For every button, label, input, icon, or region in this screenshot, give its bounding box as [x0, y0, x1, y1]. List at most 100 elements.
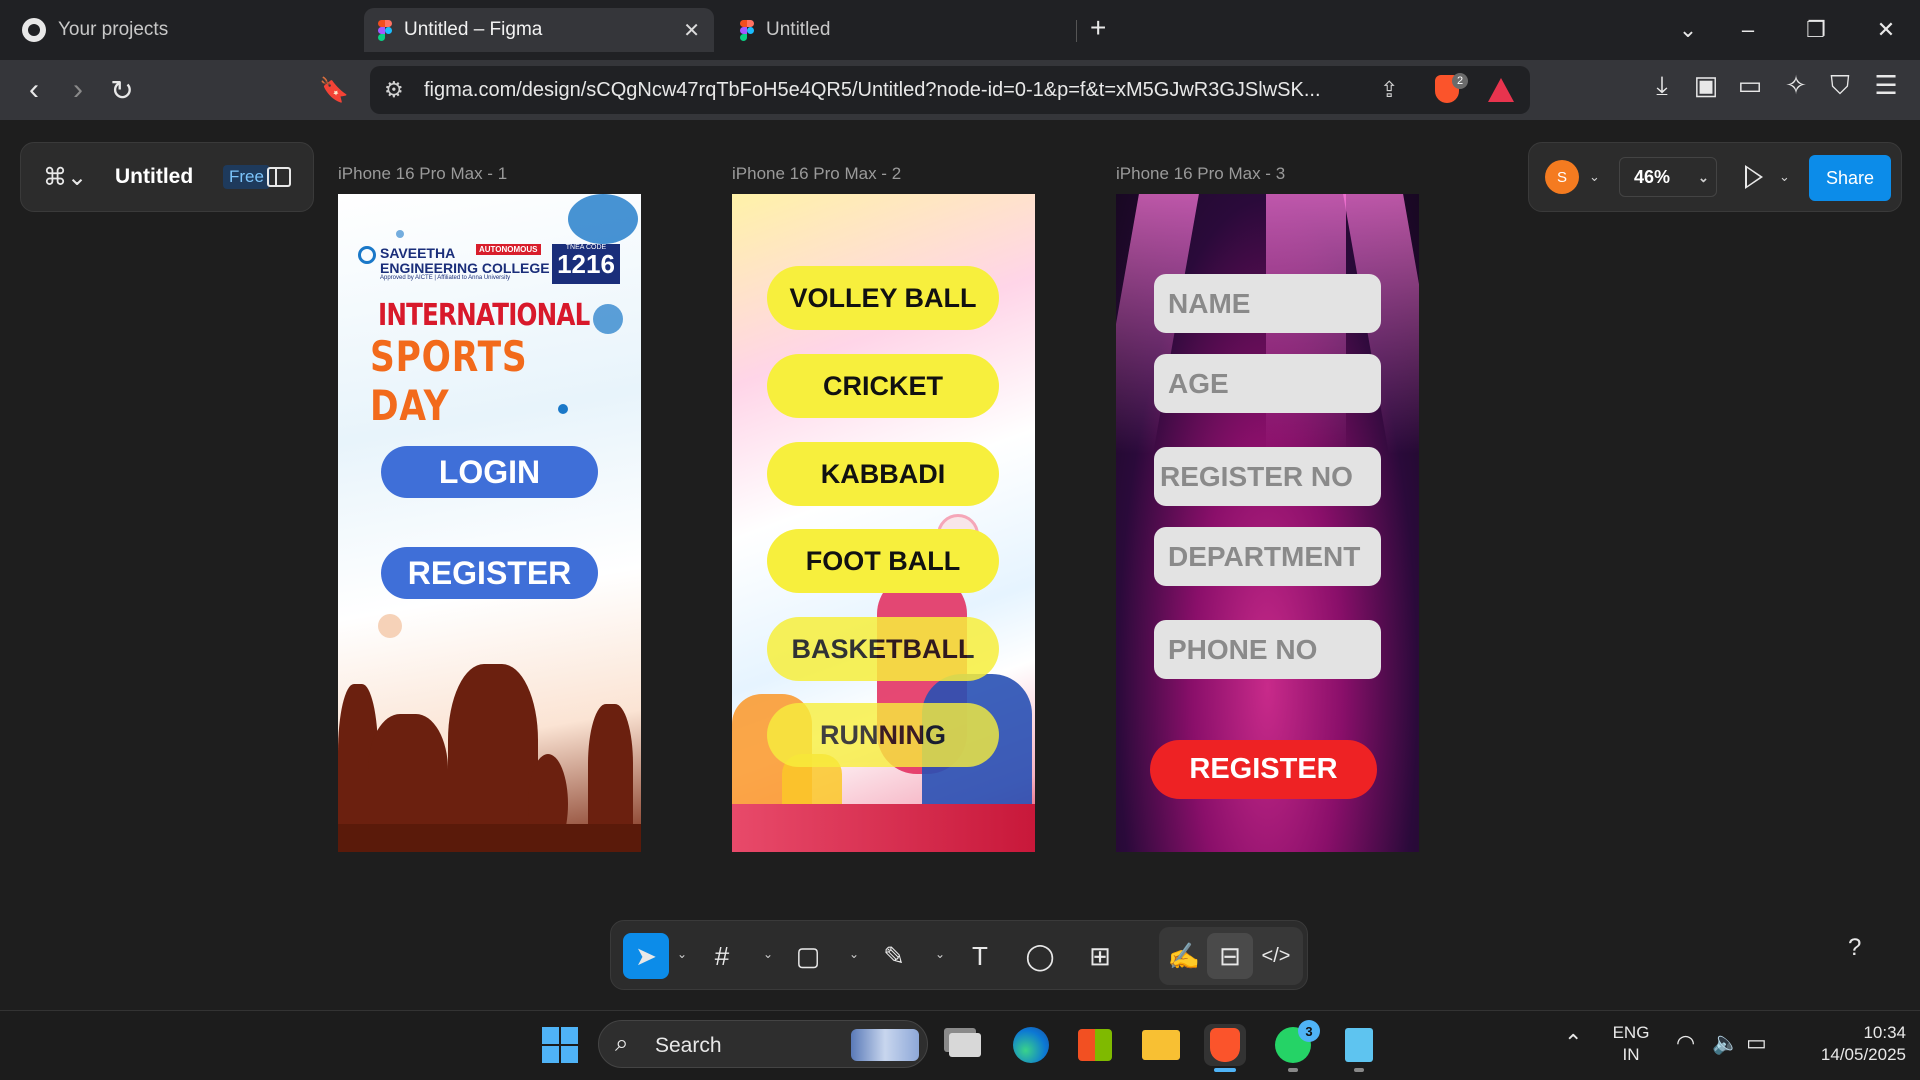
frame-tool-icon[interactable]: #	[699, 933, 745, 979]
text-tool-icon[interactable]: T	[957, 933, 1003, 979]
paint-splash	[568, 194, 638, 244]
tab-search-chevron-icon[interactable]: ⌄	[1658, 0, 1718, 60]
chevron-down-icon[interactable]: ⌄	[763, 947, 773, 961]
toggle-panels-icon[interactable]	[267, 167, 291, 187]
address-bar[interactable]: ⚙ figma.com/design/sCQgNcw47rqTbFoH5e4QR…	[370, 66, 1530, 114]
figma-icon	[378, 20, 392, 41]
menu-icon[interactable]: ☰	[1868, 70, 1904, 101]
edge-icon[interactable]	[1010, 1024, 1052, 1066]
frame-3-register-form[interactable]: NAME AGE REGISTER NO DEPARTMENT PHONE NO…	[1116, 194, 1419, 852]
decor-dot	[378, 614, 402, 638]
minimize-icon[interactable]: –	[1718, 0, 1778, 60]
share-page-icon[interactable]: ⇪	[1380, 77, 1398, 103]
college-sub: Approved by AICTE | Affiliated to Anna U…	[380, 275, 511, 282]
close-tab-icon[interactable]: ✕	[683, 18, 700, 43]
tab-untitled[interactable]: Untitled	[726, 8, 1076, 52]
comment-tool-icon[interactable]: ◯	[1017, 933, 1063, 979]
frame-label-1[interactable]: iPhone 16 Pro Max - 1	[338, 164, 507, 184]
sport-cricket-button[interactable]: CRICKET	[767, 354, 999, 418]
browser-toolbar: ‹ › ↻ 🔖 ⚙ figma.com/design/sCQgNcw47rqTb…	[0, 60, 1920, 120]
battery-icon[interactable]: ▭	[1746, 1030, 1767, 1056]
volume-icon[interactable]: 🔈	[1712, 1030, 1739, 1056]
clock[interactable]: 10:34 14/05/2025	[1786, 1022, 1906, 1066]
bookmark-icon[interactable]: 🔖	[314, 70, 354, 110]
tab-untitled-figma[interactable]: Untitled – Figma ✕	[364, 8, 714, 52]
move-tool-icon[interactable]: ➤	[623, 933, 669, 979]
pen-tool-icon[interactable]: ✎	[871, 933, 917, 979]
plan-badge[interactable]: Free	[223, 165, 270, 189]
college-logo-icon	[358, 246, 376, 264]
sport-kabbadi-button[interactable]: KABBADI	[767, 442, 999, 506]
back-icon[interactable]: ‹	[14, 70, 54, 110]
restore-icon[interactable]: ❐	[1786, 0, 1846, 60]
figma-main-menu-icon[interactable]: ⌘⌄	[43, 163, 87, 192]
chevron-down-icon[interactable]: ⌄	[935, 947, 945, 961]
zoom-control[interactable]: 46% ⌄	[1619, 157, 1717, 197]
register-no-field[interactable]: REGISTER NO	[1154, 447, 1381, 506]
name-field[interactable]: NAME	[1154, 274, 1381, 333]
lang-line2: IN	[1622, 1045, 1640, 1064]
department-field[interactable]: DEPARTMENT	[1154, 527, 1381, 586]
sport-running-button[interactable]: RUNNING	[767, 703, 999, 767]
running-app-indicator	[1354, 1068, 1364, 1072]
download-icon[interactable]: ⤓	[1644, 70, 1680, 102]
help-button[interactable]: ?	[1848, 934, 1861, 962]
site-settings-icon[interactable]: ⚙	[384, 77, 404, 103]
wallet-icon[interactable]: ▭	[1732, 70, 1768, 101]
actions-tool-icon[interactable]: ⊞	[1077, 933, 1123, 979]
share-button[interactable]: Share	[1809, 155, 1891, 201]
dev-mode-icon[interactable]: </>	[1253, 933, 1299, 979]
paint-splash	[593, 304, 623, 334]
wifi-icon[interactable]: ◠	[1676, 1030, 1695, 1056]
chevron-down-icon[interactable]: ⌄	[1779, 169, 1790, 185]
vpn-shield-icon[interactable]: ⛉	[1822, 70, 1858, 102]
frame-label-2[interactable]: iPhone 16 Pro Max - 2	[732, 164, 901, 184]
new-tab-button[interactable]: +	[1090, 12, 1106, 44]
brave-browser-icon[interactable]	[1204, 1024, 1246, 1066]
brave-rewards-icon[interactable]	[1488, 78, 1514, 102]
tab-divider	[1076, 20, 1077, 42]
sport-basketball-button[interactable]: BASKETBALL	[767, 617, 999, 681]
notepad-icon[interactable]	[1338, 1024, 1380, 1066]
file-title[interactable]: Untitled	[115, 165, 193, 189]
sport-football-button[interactable]: FOOT BALL	[767, 529, 999, 593]
frame-label-3[interactable]: iPhone 16 Pro Max - 3	[1116, 164, 1285, 184]
register-button[interactable]: REGISTER	[381, 547, 598, 599]
sport-volleyball-button[interactable]: VOLLEY BALL	[767, 266, 999, 330]
draw-mode-icon[interactable]: ✍	[1161, 933, 1207, 979]
frame-2-sports[interactable]: VOLLEY BALL CRICKET KABBADI FOOT BALL BA…	[732, 194, 1035, 852]
chevron-down-icon[interactable]: ⌄	[677, 947, 687, 961]
close-window-icon[interactable]: ✕	[1856, 0, 1916, 60]
file-explorer-icon[interactable]	[1140, 1024, 1182, 1066]
frame-1-landing[interactable]: SAVEETHA ENGINEERING COLLEGE Approved by…	[338, 194, 641, 852]
browser-tab-strip: Your projects Untitled – Figma ✕ Untitle…	[0, 0, 1920, 60]
chevron-up-icon[interactable]: ⌃	[1564, 1030, 1582, 1056]
forward-icon[interactable]: ›	[58, 70, 98, 110]
figma-icon	[740, 20, 754, 41]
clock-time: 10:34	[1863, 1023, 1906, 1042]
reload-icon[interactable]: ↻	[102, 70, 142, 110]
windows-start-icon[interactable]	[542, 1027, 578, 1063]
tnea-code: 1216	[557, 249, 615, 279]
sidebar-icon[interactable]: ▣	[1688, 70, 1724, 101]
avatar[interactable]: S	[1545, 160, 1579, 194]
age-field[interactable]: AGE	[1154, 354, 1381, 413]
store-icon[interactable]	[1074, 1024, 1116, 1066]
chevron-down-icon[interactable]: ⌄	[1589, 169, 1600, 185]
leo-ai-icon[interactable]: ✧	[1778, 70, 1814, 101]
figma-toolbar: ➤ ⌄ # ⌄ ▢ ⌄ ✎ ⌄ T ◯ ⊞ ✍ ⊟ </>	[610, 920, 1308, 990]
design-mode-icon[interactable]: ⊟	[1207, 933, 1253, 979]
taskbar-search[interactable]: ⌕ Search	[598, 1020, 928, 1068]
rectangle-tool-icon[interactable]: ▢	[785, 933, 831, 979]
chevron-down-icon[interactable]: ⌄	[849, 947, 859, 961]
login-button[interactable]: LOGIN	[381, 446, 598, 498]
github-icon	[22, 18, 46, 42]
running-app-indicator	[1288, 1068, 1298, 1072]
language-indicator[interactable]: ENG IN	[1606, 1022, 1656, 1066]
tab-your-projects[interactable]: Your projects	[8, 8, 358, 52]
task-view-icon[interactable]	[944, 1024, 986, 1066]
url-text[interactable]: figma.com/design/sCQgNcw47rqTbFoH5e4QR5/…	[424, 79, 1321, 102]
present-play-icon[interactable]	[1745, 165, 1763, 189]
submit-register-button[interactable]: REGISTER	[1150, 740, 1377, 799]
phone-no-field[interactable]: PHONE NO	[1154, 620, 1381, 679]
